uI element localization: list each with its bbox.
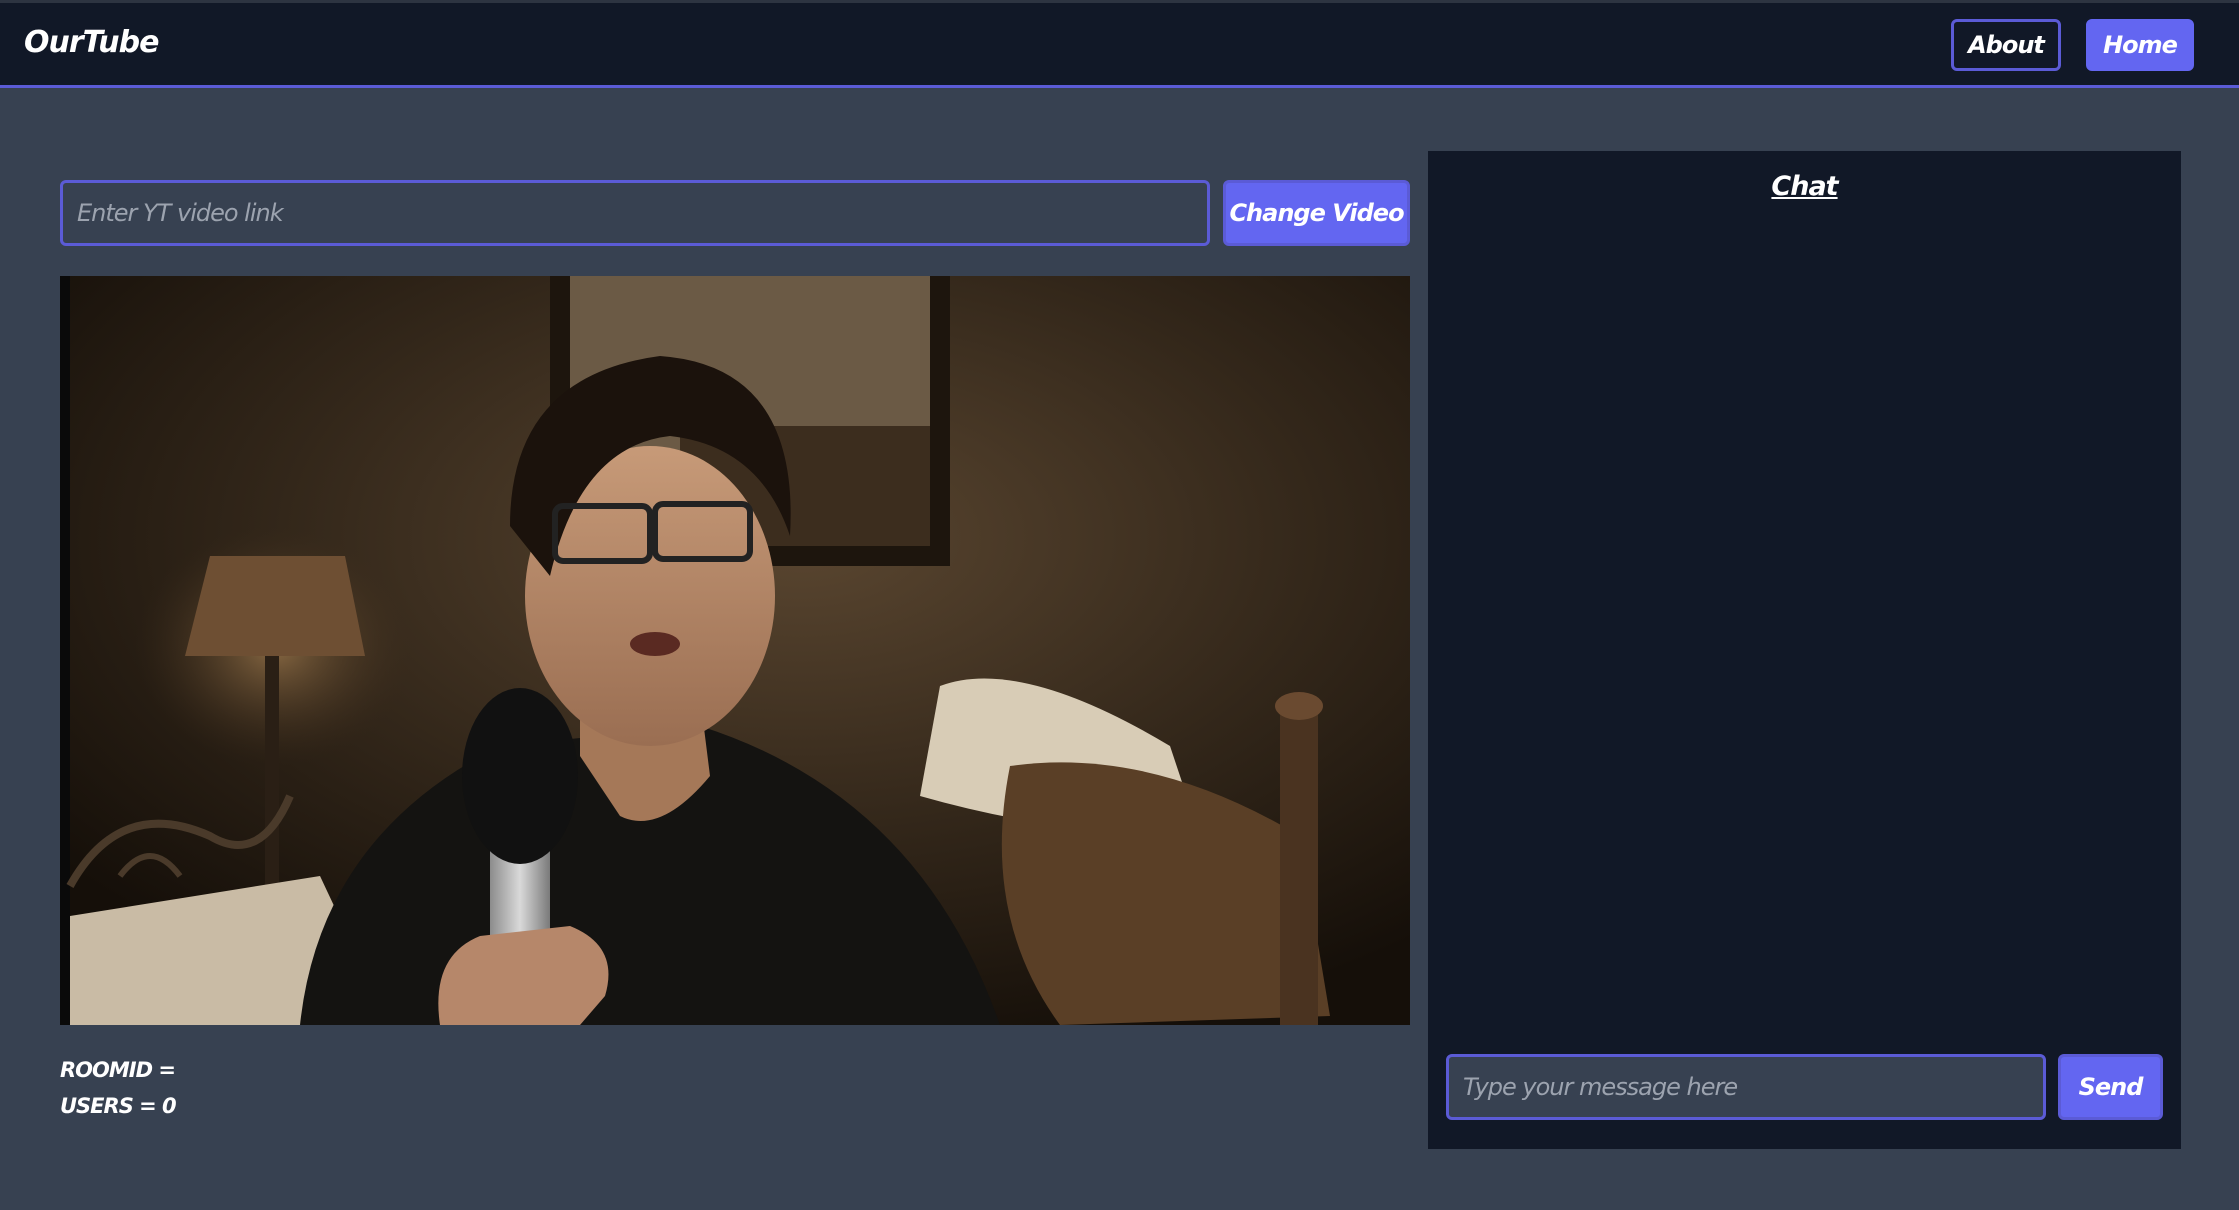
chat-message-input[interactable] [1446, 1054, 2046, 1120]
room-info: ROOMID = USERS = 0 [60, 1052, 177, 1124]
chat-title: Chat [1771, 171, 1838, 202]
chat-panel: Chat Send [1428, 151, 2181, 1149]
users-count-label: USERS = 0 [60, 1094, 177, 1118]
about-button[interactable]: About [1951, 19, 2061, 71]
video-link-input[interactable] [60, 180, 1210, 246]
room-id-label: ROOMID = [60, 1058, 176, 1082]
top-navbar: OurTube About Home [0, 0, 2239, 88]
brand-logo[interactable]: OurTube [24, 25, 159, 60]
send-button[interactable]: Send [2058, 1054, 2163, 1120]
change-video-button[interactable]: Change Video [1223, 180, 1410, 246]
video-frame-image [60, 276, 1410, 1025]
home-button[interactable]: Home [2086, 19, 2194, 71]
video-player[interactable] [60, 276, 1410, 1025]
